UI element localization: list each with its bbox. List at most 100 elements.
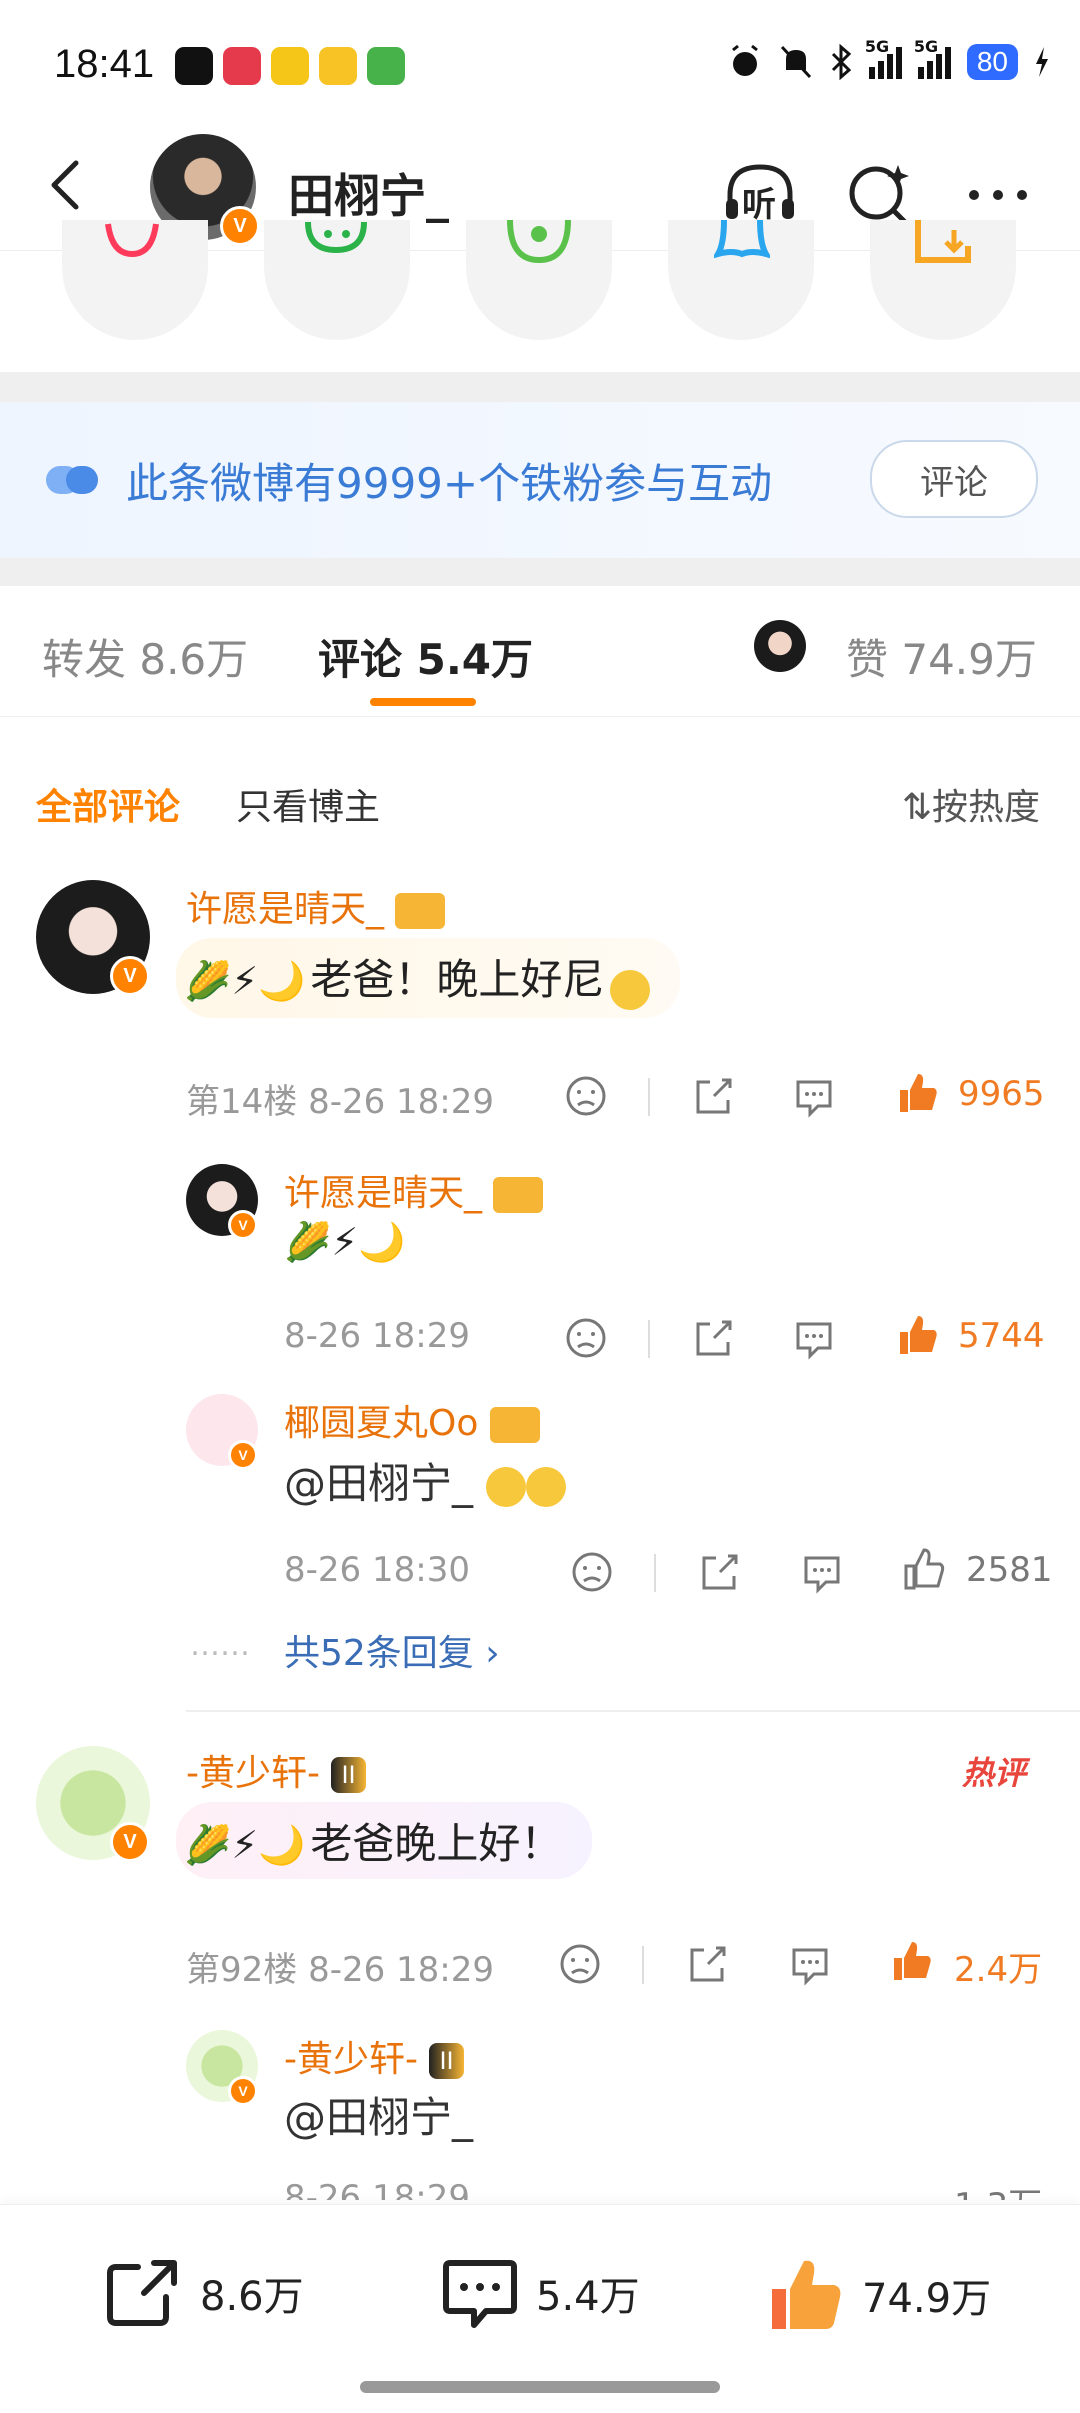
like-filled-icon xyxy=(772,2260,841,2329)
search-share-icon xyxy=(105,223,159,258)
banner-comment-button[interactable]: 评论 xyxy=(870,440,1038,518)
reply-meta: 8-26 18:29 xyxy=(284,1316,470,1356)
game-app-icon xyxy=(367,47,405,85)
like-count: 2.4万 xyxy=(954,1950,1043,1990)
dislike-icon[interactable] xyxy=(564,1316,608,1360)
comment-text: 老爸晚上好！ xyxy=(310,1819,563,1868)
commenter-name-text: -黄少轩- xyxy=(186,1753,320,1794)
verified-badge-icon: V xyxy=(228,2076,258,2106)
tab-comment[interactable]: 评论 5.4万 xyxy=(318,626,533,687)
tab-repost[interactable]: 转发 8.6万 xyxy=(42,626,248,687)
commenter-name-text: 许愿是晴天_ xyxy=(186,889,385,930)
battery-level: 80 xyxy=(966,44,1018,80)
comment-thread-2: V -黄少轩- II 热评 🌽⚡🌙 老爸晚上好！ 第92楼 8-26 18:29… xyxy=(0,1730,1080,2200)
share-icon[interactable] xyxy=(686,1942,730,1986)
kiss-emoji-icon xyxy=(526,1466,567,1507)
interaction-tabs: 转发 8.6万 评论 5.4万 赞 74.9万 xyxy=(0,586,1080,717)
tiktok-icon xyxy=(175,47,213,85)
reply-text: @田栩宁_ xyxy=(284,2093,474,2142)
like-icon[interactable] xyxy=(896,1070,940,1114)
author-name[interactable]: 田栩宁_ xyxy=(288,160,449,226)
like-icon[interactable] xyxy=(890,1938,934,1982)
reply-name[interactable]: 椰圆夏丸Oo xyxy=(284,1394,540,1446)
bottom-action-bar: 8.6万 5.4万 74.9万 xyxy=(0,2204,1080,2413)
fan-interaction-text: 此条微博有9999+个铁粉参与互动 xyxy=(126,459,773,508)
like-count: 2581 xyxy=(966,1550,1053,1590)
like-icon[interactable] xyxy=(896,1312,940,1356)
verified-badge-icon: V xyxy=(110,956,150,996)
share-targets-row xyxy=(0,220,1080,370)
repost-icon xyxy=(107,2260,177,2326)
more-replies-link[interactable]: 共52条回复 › xyxy=(284,1624,500,1676)
kiss-emoji-icon xyxy=(486,1466,527,1507)
share-icon[interactable] xyxy=(692,1074,736,1118)
reply-name-text: -黄少轩- xyxy=(284,2039,418,2080)
commenter-name[interactable]: 许愿是晴天_ xyxy=(186,880,446,932)
kiss-emoji-icon xyxy=(609,969,650,1010)
like-icon[interactable] xyxy=(902,1546,946,1590)
clock: 18:41 xyxy=(54,42,155,86)
mute-bell-icon xyxy=(780,45,811,79)
reply-name-text: 许愿是晴天_ xyxy=(284,1173,483,1214)
share-icon[interactable] xyxy=(692,1316,736,1360)
sort-icon: ⇅ xyxy=(901,787,932,828)
corn-emoji-icon: 🌽⚡🌙 xyxy=(184,959,306,1003)
weibo-icon xyxy=(271,47,309,85)
level-badge: II xyxy=(429,2043,464,2079)
separator xyxy=(642,1946,644,1984)
reply-icon[interactable] xyxy=(788,1942,832,1986)
liker-avatar xyxy=(754,620,806,672)
separator xyxy=(654,1554,656,1592)
notification-icons xyxy=(175,47,405,85)
sort-button[interactable]: ⇅按热度 xyxy=(902,778,1040,830)
home-indicator[interactable] xyxy=(360,2381,720,2393)
dislike-icon[interactable] xyxy=(570,1550,614,1594)
save-image-button[interactable] xyxy=(870,220,1016,340)
share-icon[interactable] xyxy=(698,1550,742,1594)
heart-pill-icon xyxy=(46,466,98,494)
back-arrow-icon[interactable] xyxy=(38,155,98,215)
share-wechat-button[interactable] xyxy=(264,220,410,340)
moments-icon xyxy=(507,220,571,264)
bottom-repost-button[interactable]: 8.6万 xyxy=(104,2255,304,2331)
share-search-button[interactable] xyxy=(62,220,208,340)
reply-name[interactable]: -黄少轩- II xyxy=(284,2030,464,2082)
divider xyxy=(186,1710,1080,1712)
tab-like[interactable]: 赞 74.9万 xyxy=(846,626,1037,687)
dislike-icon[interactable] xyxy=(558,1942,602,1986)
comment-bubble: 🌽⚡🌙 老爸！晚上好尼 xyxy=(176,938,680,1018)
comment-thread-1: V 许愿是晴天_ 🌽⚡🌙 老爸！晚上好尼 第14楼 8-26 18:29 996… xyxy=(0,860,1080,1680)
verified-badge-icon: V xyxy=(228,1210,258,1240)
reply-icon[interactable] xyxy=(792,1074,836,1118)
crown-badge-icon xyxy=(395,893,446,929)
more-replies-text: 共52条回复 xyxy=(284,1633,474,1674)
comment-count: 5.4万 xyxy=(536,2274,640,2320)
like-count: 5744 xyxy=(958,1316,1045,1356)
share-moments-button[interactable] xyxy=(466,220,612,340)
divider xyxy=(0,558,1080,586)
crown-badge-icon xyxy=(489,1407,540,1443)
verified-badge-icon: V xyxy=(110,1822,150,1862)
reply-name[interactable]: 许愿是晴天_ xyxy=(284,1164,544,1216)
reply-name-text: 椰圆夏丸Oo xyxy=(284,1403,479,1444)
commenter-name[interactable]: -黄少轩- II xyxy=(186,1744,366,1796)
ellipsis-dots: …… xyxy=(190,1628,250,1663)
reply-icon[interactable] xyxy=(800,1550,844,1594)
filter-host-only[interactable]: 只看博主 xyxy=(236,778,380,830)
bottom-comment-button[interactable]: 5.4万 xyxy=(440,2255,640,2331)
fan-interaction-banner: 此条微博有9999+个铁粉参与互动 评论 xyxy=(0,402,1080,558)
listen-label: 听 xyxy=(742,185,776,225)
bottom-like-button[interactable]: 74.9万 xyxy=(766,2255,991,2335)
divider xyxy=(0,372,1080,402)
reply-emoji-icon: 🌽⚡🌙 xyxy=(284,1220,406,1264)
dislike-icon[interactable] xyxy=(564,1074,608,1118)
reply-meta: 8-26 18:29 xyxy=(284,2178,470,2200)
share-qq-button[interactable] xyxy=(668,220,814,340)
comment-text: 老爸！晚上好尼 xyxy=(310,955,605,1004)
level-badge: II xyxy=(331,1757,366,1793)
filter-all-comments[interactable]: 全部评论 xyxy=(36,778,180,830)
like-count: 9965 xyxy=(958,1074,1045,1114)
wechat-icon xyxy=(305,221,367,254)
reply-text-content: @田栩宁_ xyxy=(284,1459,474,1508)
reply-icon[interactable] xyxy=(792,1316,836,1360)
